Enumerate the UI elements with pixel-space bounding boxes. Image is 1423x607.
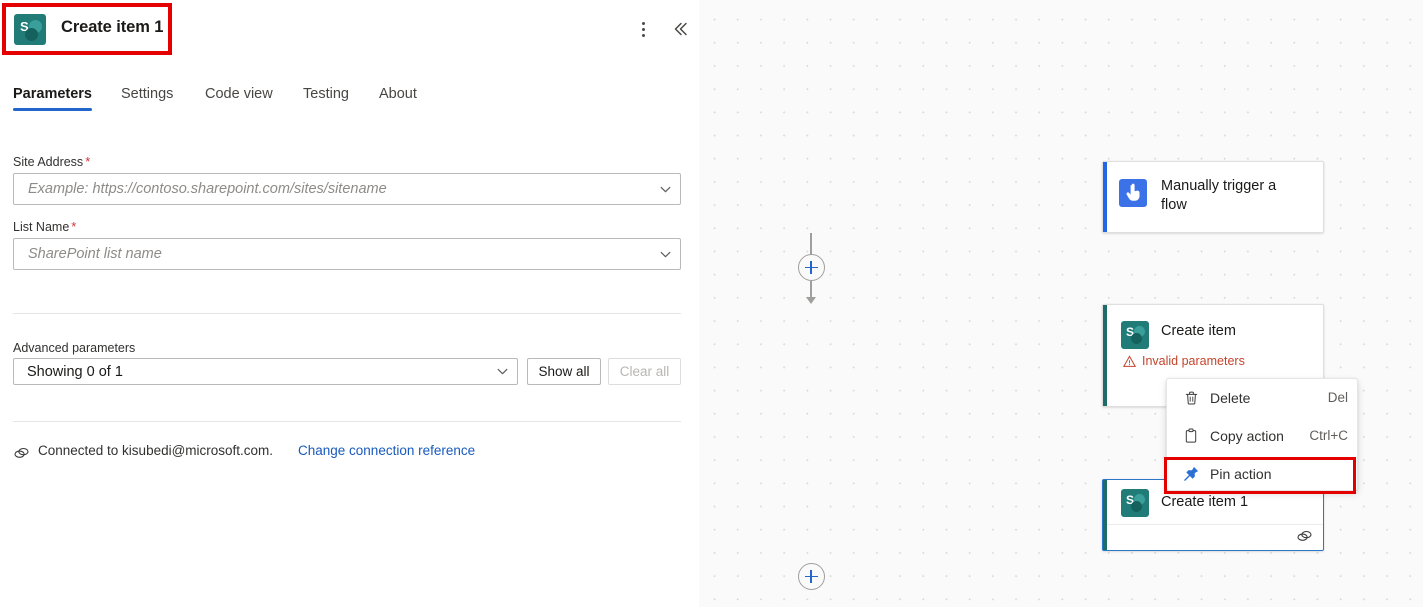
list-name-label: List Name* [13, 219, 76, 234]
required-asterisk: * [71, 219, 76, 234]
section-divider [13, 313, 681, 314]
list-name-placeholder: SharePoint list name [14, 246, 650, 262]
site-address-placeholder: Example: https://contoso.sharepoint.com/… [14, 181, 650, 197]
chevron-down-icon[interactable] [650, 174, 680, 204]
tab-about[interactable]: About [379, 86, 417, 111]
context-menu-item-label: Pin action [1210, 466, 1271, 482]
node-title: Manually trigger a flow [1161, 177, 1306, 215]
list-name-input[interactable]: SharePoint list name [13, 238, 681, 270]
manual-trigger-icon [1119, 179, 1147, 207]
context-menu-item-delete[interactable]: Delete Del [1167, 379, 1359, 416]
plus-icon [805, 261, 818, 274]
node-divider [1107, 524, 1323, 525]
context-menu-item-label: Delete [1210, 390, 1250, 406]
node-title: Create item 1 [1161, 493, 1248, 512]
connector-line-top-2 [810, 281, 812, 298]
node-manually-trigger-a-flow[interactable]: Manually trigger a flow [1102, 161, 1324, 233]
add-step-between-trigger-and-create-item[interactable] [798, 254, 825, 281]
action-details-panel: S Create item 1 Parameters Settings Code… [0, 0, 699, 607]
tab-code-view[interactable]: Code view [205, 86, 273, 111]
site-address-label: Site Address* [13, 154, 90, 169]
context-menu-item-copy-action[interactable]: Copy action Ctrl+C [1167, 417, 1359, 454]
site-address-label-text: Site Address [13, 155, 83, 169]
node-status-invalid-parameters: Invalid parameters [1123, 354, 1245, 368]
chevron-down-icon[interactable] [487, 359, 517, 384]
connection-status-text: Connected to kisubedi@microsoft.com. [38, 443, 273, 458]
sharepoint-icon: S [1121, 489, 1149, 517]
context-menu-item-pin-action[interactable]: Pin action [1167, 455, 1359, 492]
bottom-divider [13, 421, 681, 422]
required-asterisk: * [85, 154, 90, 169]
add-step-after-create-item-1[interactable] [798, 563, 825, 590]
sharepoint-icon: S [1121, 321, 1149, 349]
panel-tabs[interactable]: Parameters Settings Code view Testing Ab… [0, 86, 699, 124]
context-menu-item-shortcut: Del [1328, 390, 1348, 405]
clear-all-button[interactable]: Clear all [608, 358, 681, 385]
tab-settings[interactable]: Settings [121, 86, 173, 111]
show-all-button[interactable]: Show all [527, 358, 601, 385]
plug-link-icon [1296, 528, 1313, 544]
chevron-double-left-icon[interactable] [668, 17, 692, 41]
connector-arrow-top [806, 297, 816, 304]
node-accent-bar [1103, 305, 1107, 406]
node-title: Create item [1161, 322, 1236, 341]
plug-link-icon [13, 445, 30, 461]
node-accent-bar [1103, 480, 1107, 550]
clipboard-icon [1182, 427, 1200, 445]
tab-testing[interactable]: Testing [303, 86, 349, 111]
tab-parameters[interactable]: Parameters [13, 86, 92, 111]
node-context-menu[interactable]: Delete Del Copy action Ctrl+C [1166, 378, 1358, 491]
change-connection-reference-link[interactable]: Change connection reference [298, 443, 475, 458]
advanced-parameters-value: Showing 0 of 1 [14, 364, 487, 380]
flow-canvas[interactable]: Manually trigger a flow S Create item In… [699, 0, 1423, 607]
advanced-parameters-label: Advanced parameters [13, 341, 135, 355]
pin-icon [1182, 465, 1200, 483]
context-menu-item-shortcut: Ctrl+C [1309, 428, 1348, 443]
site-address-input[interactable]: Example: https://contoso.sharepoint.com/… [13, 173, 681, 205]
sharepoint-icon: S [14, 14, 46, 45]
chevron-down-icon[interactable] [650, 239, 680, 269]
node-accent-bar [1103, 162, 1107, 232]
list-name-label-text: List Name [13, 220, 69, 234]
more-vertical-icon[interactable] [634, 17, 654, 41]
trash-icon [1182, 389, 1200, 407]
context-menu-item-label: Copy action [1210, 428, 1284, 444]
node-status-label: Invalid parameters [1142, 354, 1245, 368]
warning-triangle-icon [1123, 355, 1136, 368]
panel-header: S Create item 1 [0, 0, 699, 58]
advanced-parameters-select[interactable]: Showing 0 of 1 [13, 358, 518, 385]
plus-icon [805, 570, 818, 583]
page-title: Create item 1 [61, 18, 163, 37]
